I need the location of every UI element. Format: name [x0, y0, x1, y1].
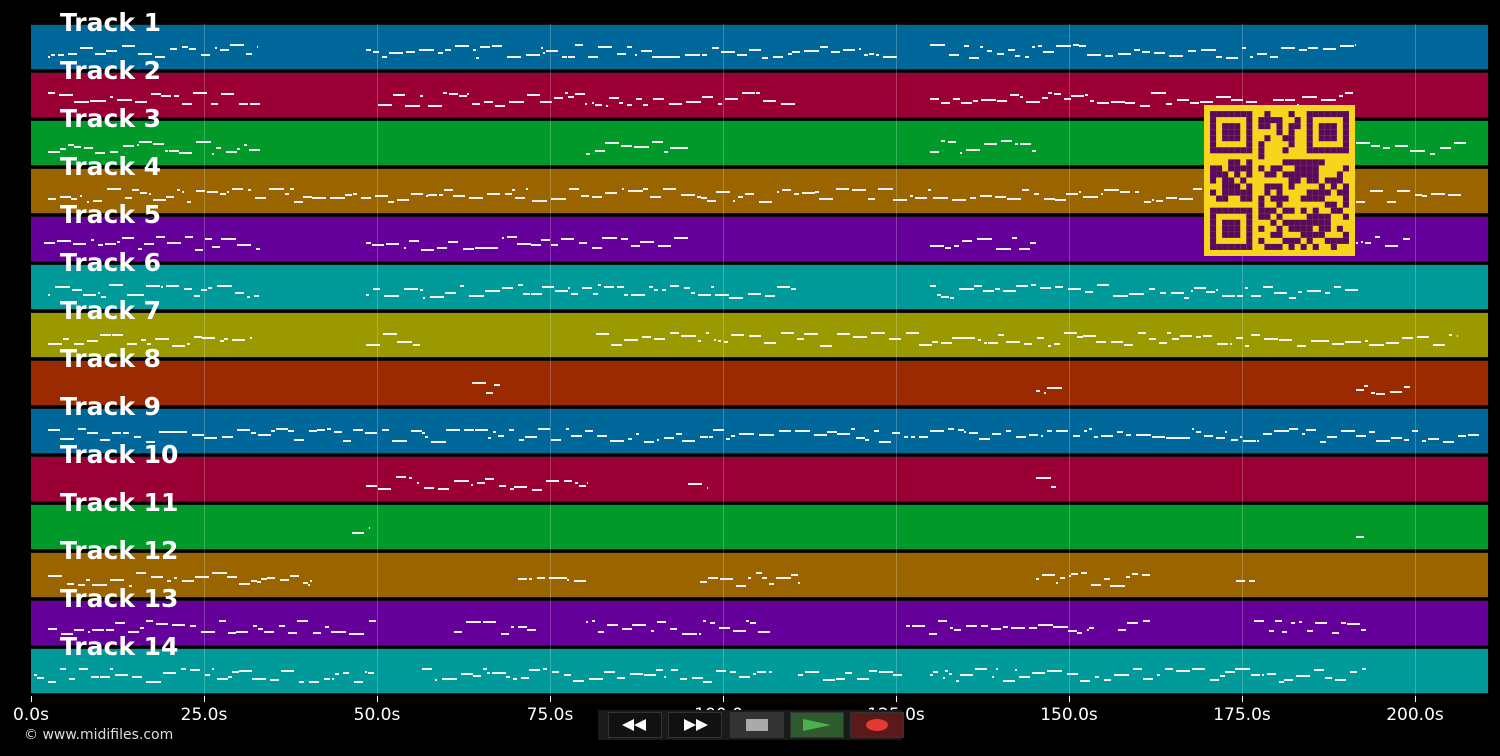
axis-tick: [550, 696, 551, 702]
qr-code-icon: [1210, 111, 1349, 250]
grid-line: [204, 24, 205, 696]
track-label: Track 8: [60, 344, 162, 373]
record-button[interactable]: [850, 712, 904, 738]
track-label: Track 11: [60, 488, 179, 517]
play-icon: [803, 719, 831, 731]
copyright-text: © www.midifiles.com: [24, 727, 174, 743]
grid-line: [1415, 24, 1416, 696]
axis-tick: [377, 696, 378, 702]
track-label: Track 14: [60, 632, 179, 661]
qr-code: [1204, 105, 1355, 256]
track-label: Track 12: [60, 536, 179, 565]
axis-tick: [1242, 696, 1243, 702]
track-lane: [31, 504, 1488, 550]
fast-forward-icon: [684, 719, 708, 731]
track-label: Track 10: [60, 440, 179, 469]
grid-line: [550, 24, 551, 696]
grid-line: [377, 24, 378, 696]
play-button[interactable]: [790, 712, 844, 738]
track-label: Track 9: [60, 392, 162, 421]
axis-tick: [896, 696, 897, 702]
track-label: Track 4: [60, 152, 162, 181]
track-label: Track 5: [60, 200, 162, 229]
track-lane: [31, 264, 1488, 310]
axis-tick-label: 75.0s: [526, 705, 574, 725]
track-lane: [31, 24, 1488, 70]
track-label: Track 6: [60, 248, 162, 277]
track-label: Track 7: [60, 296, 162, 325]
rewind-icon: [622, 719, 646, 731]
track-label: Track 13: [60, 584, 179, 613]
track-label: Track 2: [60, 56, 162, 85]
track-label: Track 1: [60, 8, 162, 37]
track-lane: [31, 312, 1488, 358]
axis-tick-label: 25.0s: [180, 705, 228, 725]
fast-forward-button[interactable]: [668, 712, 722, 738]
axis-tick: [1069, 696, 1070, 702]
track-lane: [31, 360, 1488, 406]
track-lane: [31, 600, 1488, 646]
track-lane: [31, 456, 1488, 502]
axis-tick-label: 50.0s: [353, 705, 401, 725]
record-icon: [866, 719, 888, 731]
track-lane: [31, 408, 1488, 454]
grid-line: [896, 24, 897, 696]
axis-tick-label: 175.0s: [1213, 705, 1271, 725]
axis-tick: [204, 696, 205, 702]
axis-tick-label: 150.0s: [1040, 705, 1098, 725]
axis-tick-label: 200.0s: [1386, 705, 1444, 725]
track-label: Track 3: [60, 104, 162, 133]
rewind-button[interactable]: [608, 712, 662, 738]
grid-line: [723, 24, 724, 696]
axis-tick: [1415, 696, 1416, 702]
axis-tick: [31, 696, 32, 702]
axis-tick-label: 0.0s: [13, 705, 49, 725]
transport-bar: [598, 710, 904, 740]
grid-line: [1069, 24, 1070, 696]
stop-icon: [746, 719, 768, 731]
track-lane: [31, 552, 1488, 598]
axis-tick: [723, 696, 724, 702]
track-lane: [31, 648, 1488, 694]
stop-button[interactable]: [730, 712, 784, 738]
